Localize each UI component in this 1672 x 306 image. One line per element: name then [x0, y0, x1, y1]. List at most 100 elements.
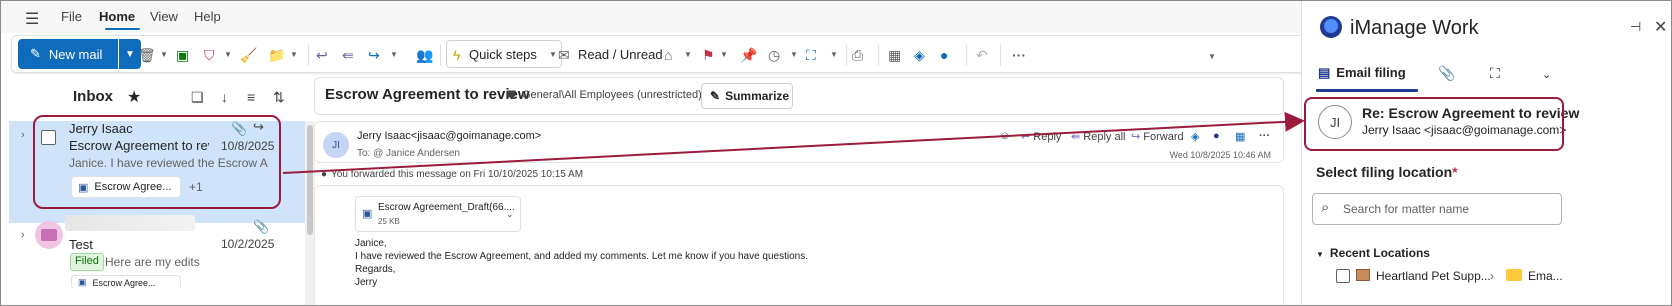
read-unread-button[interactable]: Read / Unread	[578, 47, 663, 62]
reply-all-icon[interactable]: ⇚	[342, 47, 354, 64]
sort-icon[interactable]: ⇅	[273, 89, 285, 106]
scrollbar-thumb[interactable]	[307, 125, 313, 235]
highlight-box	[33, 115, 281, 209]
report-icon[interactable]: ⛉	[204, 47, 215, 64]
body-line: Regards,	[355, 264, 396, 275]
apps-icon[interactable]: ▦	[1235, 130, 1245, 143]
quick-steps-button[interactable]: ϟ Quick steps ▼	[446, 40, 562, 68]
word-doc-icon: ▣	[362, 208, 373, 220]
move-to-icon[interactable]: 📁	[268, 47, 285, 64]
divider	[846, 44, 847, 66]
sender-avatar[interactable]: JI	[323, 132, 349, 158]
forwarded-note: ● You forwarded this message on Fri 10/10…	[321, 169, 584, 180]
jump-icon[interactable]: ↓	[221, 89, 228, 105]
menu-view[interactable]: View	[150, 9, 178, 24]
pin-icon[interactable]: 📌	[740, 47, 757, 64]
print-icon[interactable]: ⎙	[852, 47, 863, 64]
pin-icon[interactable]: ⊣	[1630, 19, 1641, 35]
delete-icon[interactable]: 🗑	[138, 47, 156, 64]
active-menu-underline	[105, 28, 140, 30]
attachment-card[interactable]: ▣ Escrow Agreement_Draft(66.... 25 KB ⌄	[355, 196, 521, 232]
message-preview: Here are my edits	[105, 255, 200, 269]
recipient-line[interactable]: To: @ Janice Andersen	[357, 148, 460, 160]
emoji-icon[interactable]: ☺	[999, 130, 1010, 142]
summarize-button[interactable]: ✎ Summarize	[701, 83, 793, 109]
message-list: Inbox ★ ❏ ↓ ≡ ⇅ › Jerry Isaac 📎 ↪ Escrow…	[9, 79, 315, 305]
apps-icon[interactable]: ▦	[888, 47, 901, 64]
teams-icon[interactable]: 👥	[416, 47, 433, 64]
reply-action[interactable]: ↩ Reply	[1021, 130, 1061, 143]
favorite-star-icon[interactable]: ★	[127, 87, 141, 107]
breadcrumb-chevron-icon: ›	[1490, 269, 1494, 283]
inbox-title: Inbox	[73, 88, 113, 105]
expand-chevron-icon[interactable]: ›	[21, 129, 25, 141]
forward-icon[interactable]: ↪	[368, 47, 380, 64]
chevron-down-icon[interactable]: ▼	[720, 50, 728, 59]
avatar	[35, 221, 63, 249]
sensitivity-label[interactable]: General\All Employees (unrestricted)	[522, 89, 702, 101]
chevron-down-icon[interactable]: ⌄	[1542, 68, 1551, 81]
chevron-down-icon[interactable]: ⌄	[506, 209, 514, 220]
sweep-icon[interactable]: 🧹	[240, 47, 257, 64]
menu-home[interactable]: Home	[99, 9, 135, 24]
menu-help[interactable]: Help	[194, 9, 221, 24]
email-filing-icon: ▤	[1318, 65, 1331, 80]
imanage-logo-icon	[1320, 16, 1342, 38]
chevron-down-icon[interactable]: ▼	[224, 50, 232, 59]
envelope-icon[interactable]: ✉	[558, 47, 570, 64]
imanage-icon[interactable]: ●	[940, 47, 948, 63]
chevron-down-icon[interactable]: ▼	[830, 50, 838, 59]
diamond-icon[interactable]: ◈	[914, 47, 925, 64]
chevron-down-icon[interactable]: ▼	[390, 50, 398, 59]
undo-icon[interactable]: ↶	[976, 47, 988, 64]
matter-box-icon	[1356, 269, 1370, 281]
matter-name: Heartland Pet Supp...	[1376, 269, 1491, 283]
matter-search-input[interactable]	[1343, 200, 1553, 218]
info-icon: ●	[321, 169, 328, 180]
more-options-icon[interactable]: ···	[1012, 47, 1026, 63]
highlight-box	[1304, 97, 1564, 151]
reply-icon[interactable]: ↩	[316, 47, 328, 64]
new-mail-button[interactable]: ✎ New mail	[18, 39, 118, 69]
matter-search[interactable]: ⌕	[1312, 193, 1562, 225]
select-icon[interactable]: ❏	[191, 89, 204, 106]
diamond-icon[interactable]: ◈	[1191, 130, 1199, 143]
divider	[966, 44, 967, 66]
more-options-icon[interactable]: ···	[1259, 130, 1270, 142]
attachment-icon: 📎	[253, 219, 270, 234]
snooze-icon[interactable]: ◷	[768, 47, 780, 64]
summarize-icon: ✎	[710, 89, 721, 103]
hamburger-menu-icon[interactable]: ☰	[25, 9, 39, 29]
chevron-down-icon[interactable]: ▼	[290, 50, 298, 59]
tab-folder[interactable]: ⛶	[1490, 65, 1500, 82]
location-checkbox[interactable]	[1336, 269, 1350, 283]
menu-file[interactable]: File	[61, 9, 82, 24]
close-icon[interactable]: ✕	[1654, 17, 1667, 37]
flag-icon[interactable]: ⚑	[702, 47, 715, 64]
new-mail-label: New mail	[48, 46, 103, 62]
reply-all-action[interactable]: ⇚ Reply all	[1071, 130, 1125, 143]
compose-icon: ✎	[30, 46, 41, 61]
chevron-down-icon[interactable]: ▼	[684, 50, 692, 59]
collapse-ribbon-icon[interactable]: ▼	[1208, 52, 1216, 61]
chevron-down-icon[interactable]: ▼	[790, 50, 798, 59]
tab-email-filing[interactable]: ▤ Email filing	[1318, 65, 1406, 81]
forward-action[interactable]: ↪ Forward	[1131, 130, 1184, 143]
outlook-window: ☰ File Home View Help ✎ New mail ▼ 🗑 ▼ ▣…	[0, 0, 1672, 306]
rules-icon[interactable]: ⛶	[806, 47, 816, 64]
chevron-down-icon[interactable]: ▼	[160, 50, 168, 59]
archive-icon[interactable]: ▣	[176, 47, 189, 64]
recent-location-item[interactable]: Heartland Pet Supp... › Ema...	[1336, 267, 1656, 287]
email-subject: Escrow Agreement to review	[325, 86, 530, 103]
summarize-label: Summarize	[725, 89, 790, 103]
imanage-icon[interactable]: ●	[1213, 130, 1220, 142]
divider	[308, 44, 309, 66]
tag-icon[interactable]: ⌂	[664, 47, 672, 63]
tab-attachments[interactable]: 📎	[1438, 65, 1455, 82]
expand-chevron-icon[interactable]: ›	[21, 229, 25, 241]
filter-icon[interactable]: ≡	[247, 89, 255, 105]
recent-locations-header[interactable]: ▼ Recent Locations	[1316, 246, 1430, 260]
sender-address[interactable]: Jerry Isaac<jisaac@goimanage.com>	[357, 130, 541, 142]
attachment-chip[interactable]: ▣ Escrow Agree...	[71, 275, 181, 289]
chevron-down-icon[interactable]: ▼	[549, 50, 557, 59]
